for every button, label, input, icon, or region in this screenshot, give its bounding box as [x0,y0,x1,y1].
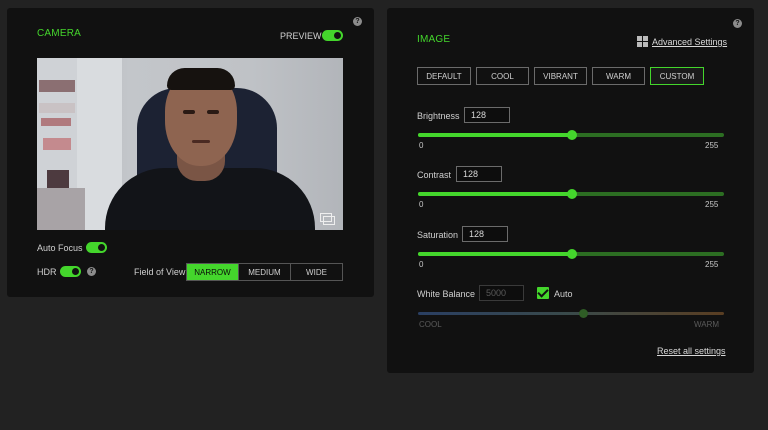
brightness-min: 0 [419,141,424,150]
fov-medium-button[interactable]: MEDIUM [239,264,291,280]
autofocus-label: Auto Focus [37,243,83,253]
brightness-max: 255 [705,141,719,150]
saturation-slider-thumb[interactable] [566,249,577,259]
contrast-min: 0 [419,200,424,209]
contrast-input[interactable]: 128 [456,166,502,182]
brightness-slider[interactable] [418,130,724,140]
preset-vibrant-button[interactable]: VIBRANT [534,67,587,85]
contrast-slider-thumb[interactable] [566,189,577,199]
hdr-help-icon[interactable]: ? [87,267,96,276]
brightness-label: Brightness [417,111,460,121]
camera-preview [37,58,343,230]
contrast-slider[interactable] [418,189,724,199]
preview-toggle[interactable] [322,30,343,41]
preset-custom-button[interactable]: CUSTOM [650,67,704,85]
preset-cool-button[interactable]: COOL [476,67,529,85]
white-balance-slider-thumb [579,309,589,318]
brightness-input[interactable]: 128 [464,107,510,123]
saturation-label: Saturation [417,230,459,240]
saturation-slider[interactable] [418,249,724,259]
autofocus-toggle[interactable] [86,242,107,253]
saturation-min: 0 [419,260,424,269]
help-icon[interactable]: ? [353,17,362,26]
fov-wide-button[interactable]: WIDE [291,264,342,280]
cool-label: COOL [419,320,442,329]
white-balance-label: White Balance [417,289,476,299]
hdr-label: HDR [37,267,57,277]
hdr-toggle[interactable] [60,266,81,277]
contrast-label: Contrast [417,170,452,180]
reset-all-settings-link[interactable]: Reset all settings [657,346,726,356]
image-panel: ? IMAGE Advanced Settings DEFAULT COOL V… [387,8,754,373]
preview-label: PREVIEW [280,31,322,41]
white-balance-slider [418,309,724,318]
white-balance-input: 5000 [479,285,524,301]
saturation-max: 255 [705,260,719,269]
help-icon[interactable]: ? [733,19,742,28]
camera-panel: ? CAMERA PREVIEW Auto Focus HDR ? Field … [7,8,374,297]
preset-default-button[interactable]: DEFAULT [417,67,471,85]
saturation-input[interactable]: 128 [462,226,508,242]
preset-warm-button[interactable]: WARM [592,67,645,85]
fov-narrow-button[interactable]: NARROW [187,264,239,280]
auto-white-balance-checkbox[interactable] [537,287,549,299]
brightness-slider-thumb[interactable] [566,130,577,140]
auto-label: Auto [554,289,573,299]
contrast-max: 255 [705,200,719,209]
image-title: IMAGE [417,34,451,45]
camera-title: CAMERA [37,28,81,39]
fov-label: Field of View [134,267,186,277]
advanced-settings-link[interactable]: Advanced Settings [652,37,727,47]
windows-icon [637,36,648,47]
warm-label: WARM [694,320,720,329]
fov-selector: NARROW MEDIUM WIDE [186,263,343,281]
